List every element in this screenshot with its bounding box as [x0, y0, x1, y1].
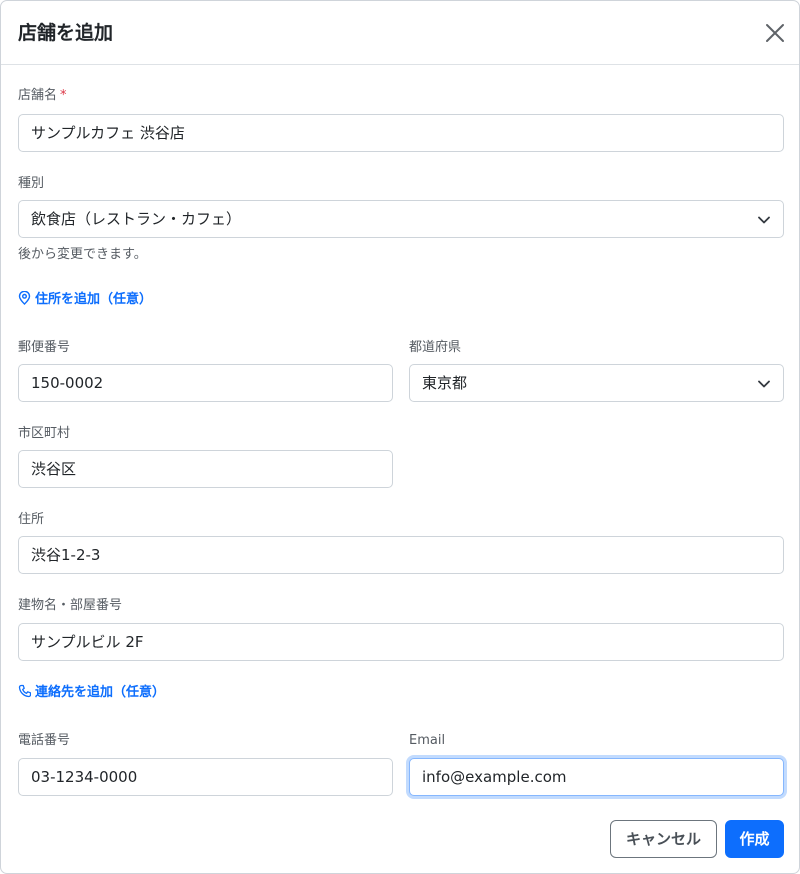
building-label: 建物名・部屋番号 [18, 598, 123, 613]
category-label: 種別 [18, 176, 45, 191]
prefecture-selected-value: 東京都 [422, 374, 468, 392]
chevron-down-icon [758, 216, 770, 224]
map-pin-icon [18, 291, 31, 305]
phone-icon [18, 684, 31, 698]
add-store-dialog: 店舗を追加 店舗名 * サンプルカフェ 渋谷店 種別 飲食店（レストラン・カフェ）… [0, 0, 800, 874]
building-input[interactable]: サンプルビル 2F [18, 623, 784, 661]
required-mark: * [60, 88, 67, 103]
close-icon [766, 24, 784, 42]
street-label: 住所 [18, 512, 45, 527]
category-help-text: 後から変更できます。 [18, 247, 147, 262]
postal-code-label: 郵便番号 [18, 340, 71, 355]
chevron-down-icon [758, 380, 770, 388]
email-label: Email [409, 733, 446, 748]
phone-input[interactable]: 03-1234-0000 [18, 758, 393, 796]
create-button[interactable]: 作成 [725, 820, 784, 858]
city-input[interactable]: 渋谷区 [18, 450, 393, 488]
close-button[interactable] [763, 21, 787, 45]
city-label: 市区町村 [18, 426, 71, 441]
category-select[interactable]: 飲食店（レストラン・カフェ） [18, 200, 784, 238]
prefecture-select[interactable]: 東京都 [409, 364, 784, 402]
street-input[interactable]: 渋谷1-2-3 [18, 536, 784, 574]
cancel-button[interactable]: キャンセル [610, 820, 717, 858]
add-contact-link[interactable]: 連絡先を追加（任意） [18, 684, 165, 702]
add-address-link[interactable]: 住所を追加（任意） [18, 291, 152, 309]
email-input[interactable]: info@example.com [409, 758, 784, 796]
postal-code-input[interactable]: 150-0002 [18, 364, 393, 402]
prefecture-label: 都道府県 [409, 340, 462, 355]
dialog-header: 店舗を追加 [1, 1, 799, 65]
store-name-input[interactable]: サンプルカフェ 渋谷店 [18, 114, 784, 152]
dialog-title: 店舗を追加 [18, 22, 114, 44]
store-name-label: 店舗名 * [18, 88, 67, 103]
category-selected-value: 飲食店（レストラン・カフェ） [31, 210, 242, 228]
phone-label: 電話番号 [18, 733, 71, 748]
